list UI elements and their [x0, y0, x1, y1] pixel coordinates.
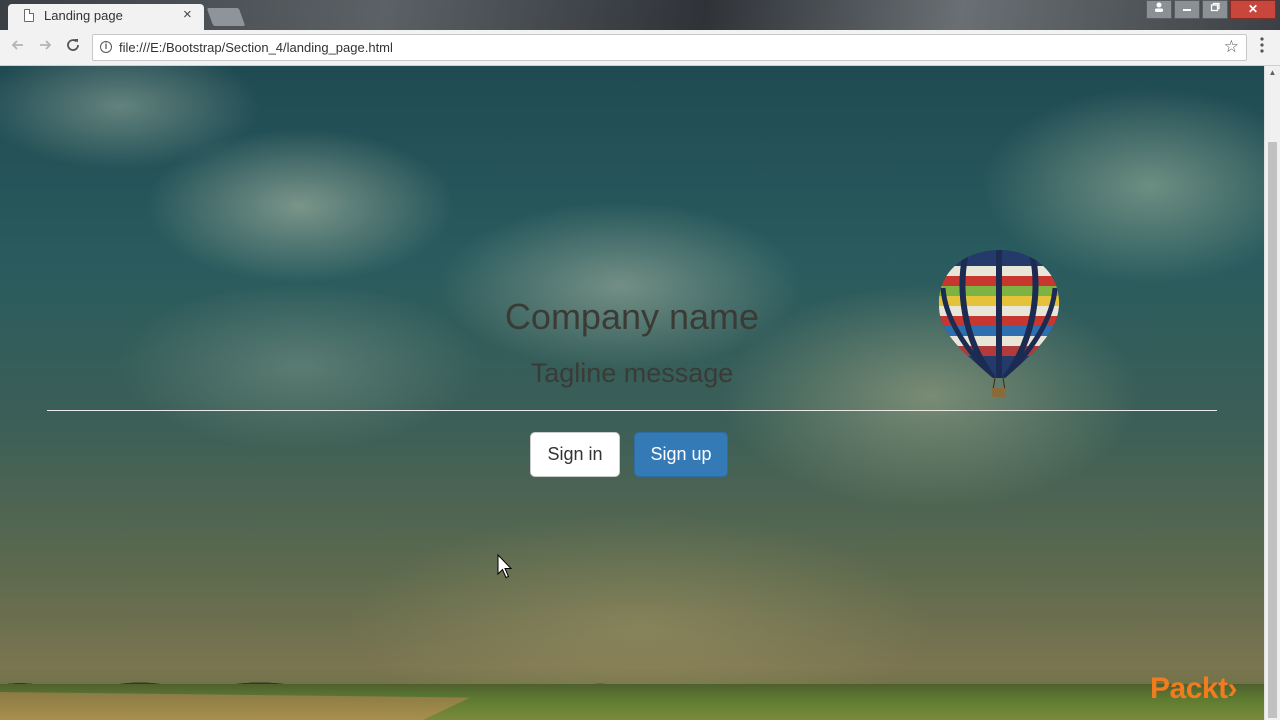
mouse-pointer-icon: [497, 554, 513, 579]
back-arrow-icon[interactable]: [8, 37, 28, 57]
tab-title: Landing page: [44, 8, 123, 23]
url-text[interactable]: file:///E:/Bootstrap/Section_4/landing_p…: [119, 40, 393, 55]
more-vertical-icon[interactable]: [1254, 36, 1270, 54]
minimize-button[interactable]: [1174, 0, 1200, 19]
scroll-thumb[interactable]: [1268, 142, 1277, 718]
user-profile-icon[interactable]: [1146, 0, 1172, 19]
scroll-up-arrow-icon[interactable]: ▲: [1265, 68, 1280, 77]
vertical-scrollbar[interactable]: ▲: [1264, 66, 1280, 720]
company-name-heading: Company name: [504, 296, 760, 337]
hero-section: Company name Tagline message Sign in Sig…: [0, 66, 1264, 720]
tab-strip: Landing page × ✕: [0, 0, 1280, 30]
tagline-text: Tagline message: [530, 358, 734, 388]
page-icon: [24, 9, 34, 22]
tab-landing-page[interactable]: Landing page ×: [8, 4, 204, 30]
tab-close-icon[interactable]: ×: [183, 7, 192, 23]
forward-arrow-icon[interactable]: [35, 37, 55, 57]
divider-line: [47, 410, 1217, 411]
star-icon[interactable]: ☆: [1224, 37, 1239, 57]
packt-logo: Packt›: [1150, 672, 1238, 705]
browser-toolbar: i file:///E:/Bootstrap/Section_4/landing…: [0, 30, 1280, 66]
reload-icon[interactable]: [63, 37, 83, 57]
browser-window: Landing page × ✕ i file:///E:/Bootstrap/…: [0, 0, 1280, 720]
sign-in-button[interactable]: Sign in: [530, 432, 620, 477]
restore-button[interactable]: [1202, 0, 1228, 19]
new-tab-button[interactable]: [206, 8, 246, 26]
info-icon[interactable]: i: [100, 41, 112, 53]
close-window-button[interactable]: ✕: [1230, 0, 1276, 19]
page-viewport: Company name Tagline message Sign in Sig…: [0, 66, 1264, 720]
sign-up-button[interactable]: Sign up: [634, 432, 728, 477]
address-bar[interactable]: i file:///E:/Bootstrap/Section_4/landing…: [92, 34, 1247, 61]
